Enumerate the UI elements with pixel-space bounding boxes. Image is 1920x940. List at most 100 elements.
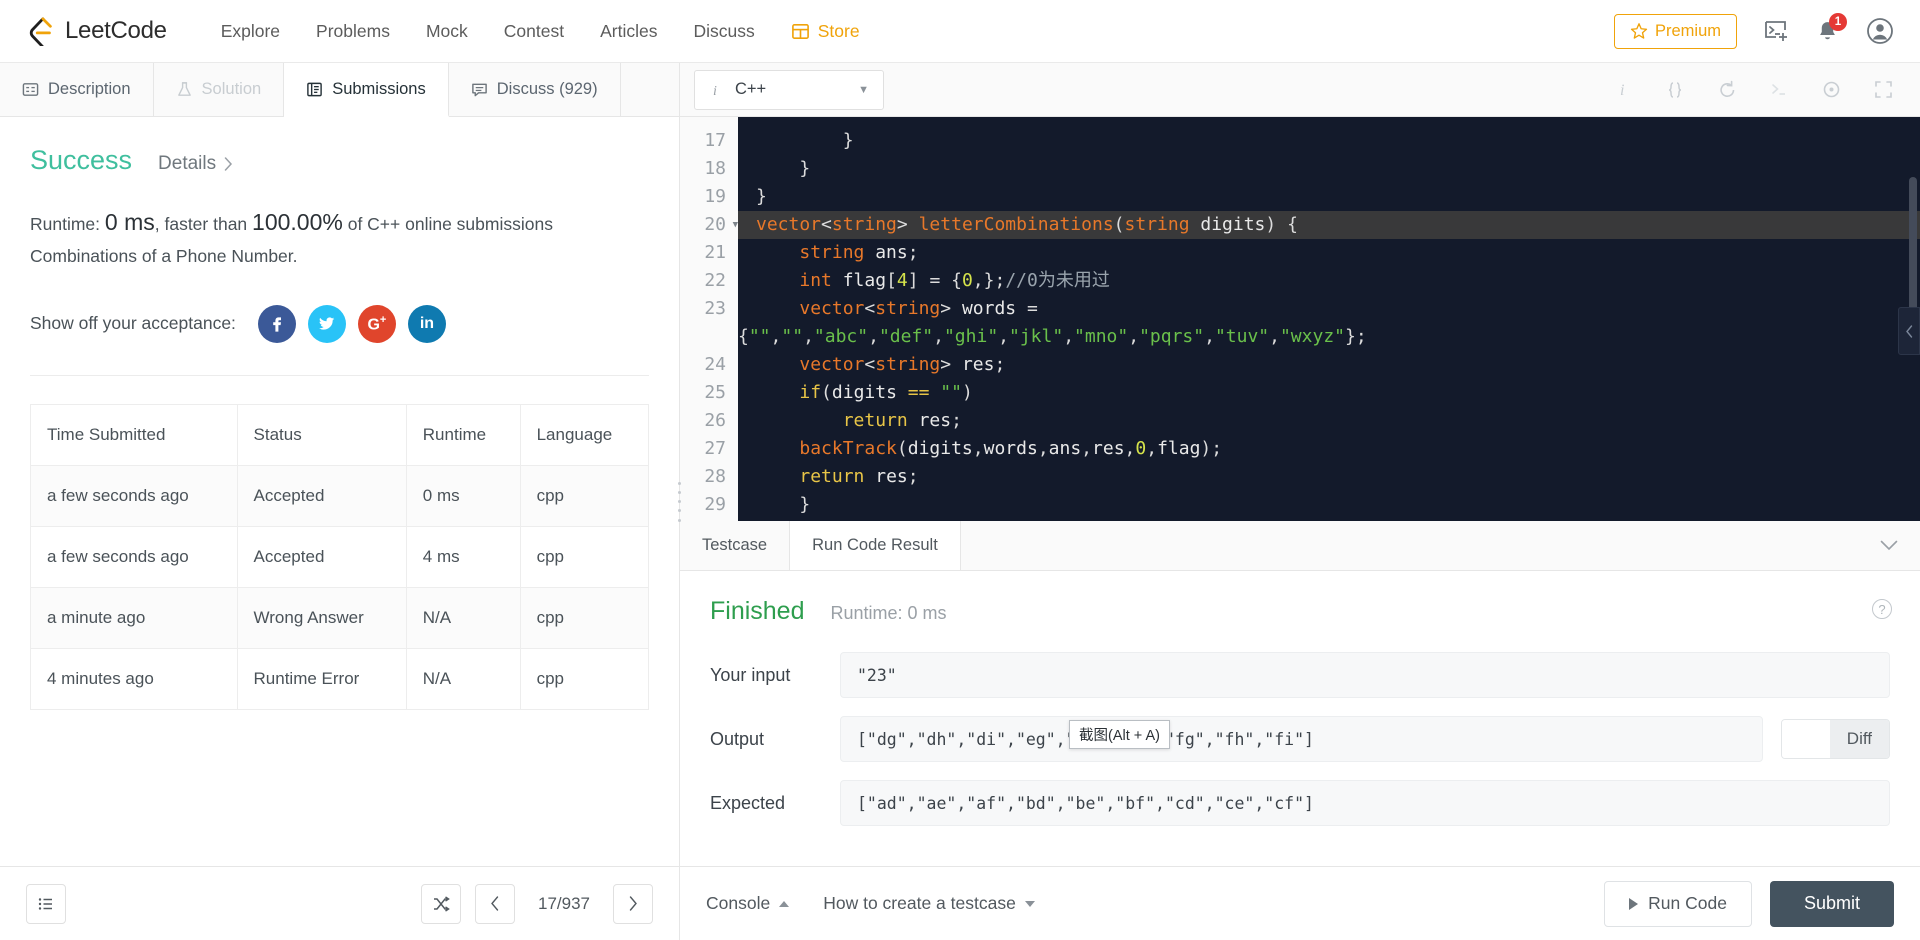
code-token: ,: [770, 326, 782, 347]
problem-list-button[interactable]: [26, 883, 66, 924]
new-playground-button[interactable]: [1763, 18, 1789, 44]
testcase-help-link[interactable]: How to create a testcase: [823, 893, 1035, 914]
nav-link-store[interactable]: Store: [773, 13, 878, 50]
twitter-share-button[interactable]: [307, 304, 346, 343]
tab-testcase[interactable]: Testcase: [680, 521, 791, 570]
google-plus-share-button[interactable]: G+: [357, 304, 396, 343]
col-status[interactable]: Status: [236, 403, 407, 466]
nav-link-contest[interactable]: Contest: [486, 13, 582, 50]
linkedin-share-button[interactable]: in: [407, 304, 446, 343]
code-token: ,: [1269, 326, 1280, 347]
screenshot-tooltip: 截图(Alt + A): [1069, 720, 1170, 749]
nav-link-explore[interactable]: Explore: [203, 13, 298, 50]
tab-solution[interactable]: Solution: [154, 63, 285, 116]
tab-run-code-result[interactable]: Run Code Result: [790, 521, 961, 570]
runtime-prefix: Runtime:: [30, 214, 101, 234]
submit-button[interactable]: Submit: [1769, 880, 1894, 927]
table-row[interactable]: 4 minutes ago Runtime Error N/A cpp: [30, 647, 650, 710]
code-token: flag: [1157, 438, 1201, 459]
code-vertical-scrollbar[interactable]: [1909, 177, 1917, 327]
social-buttons: G+ in: [257, 304, 446, 343]
line-number-gutter: 17 18 19 20 ▼ 21 22 23 24 25 26 27 28 29: [680, 117, 738, 521]
nav-links: Explore Problems Mock Contest Articles D…: [203, 13, 878, 50]
table-row[interactable]: a minute ago Wrong Answer N/A cpp: [30, 586, 650, 649]
code-token: vector: [799, 354, 865, 375]
nav-link-problems[interactable]: Problems: [298, 13, 408, 50]
code-token: "ghi": [943, 326, 999, 347]
code-token: }: [756, 494, 811, 515]
console-icon[interactable]: [1768, 79, 1790, 101]
line-number: 17: [704, 130, 726, 151]
shuffle-button[interactable]: [421, 883, 461, 924]
editor-toolbar: i C++ ▼ i: [680, 63, 1920, 117]
language-select[interactable]: i C++ ▼: [694, 69, 884, 110]
code-line: }: [738, 491, 1920, 519]
panel-resize-handle[interactable]: [675, 480, 683, 524]
collapse-results-button[interactable]: [1880, 521, 1920, 570]
notifications-button[interactable]: 1: [1815, 12, 1847, 44]
info-icon[interactable]: i: [1612, 79, 1634, 101]
prev-problem-button[interactable]: [475, 883, 515, 924]
code-token: digits: [1200, 214, 1266, 235]
col-runtime[interactable]: Runtime: [405, 403, 521, 466]
diff-toggle[interactable]: Diff: [1780, 719, 1890, 759]
pagination-controls: 17/937: [421, 883, 653, 924]
table-row[interactable]: a few seconds ago Accepted 4 ms cpp: [30, 525, 650, 588]
run-code-button[interactable]: Run Code: [1604, 880, 1752, 927]
code-token: }: [756, 186, 767, 207]
output-value[interactable]: ["dg","dh","di","eg","eh","ei","fg","fh"…: [840, 716, 1763, 762]
cell-status[interactable]: Runtime Error: [236, 647, 407, 710]
col-language[interactable]: Language: [519, 403, 650, 466]
code-token: (: [1113, 214, 1125, 235]
code-token: res: [918, 410, 952, 431]
code-editor[interactable]: 17 18 19 20 ▼ 21 22 23 24 25 26 27 28 29 } }} vector<s…: [680, 117, 1920, 521]
your-input-row: Your input "23": [710, 652, 1890, 698]
code-token: <: [864, 298, 876, 319]
facebook-share-button[interactable]: [257, 304, 296, 343]
reset-icon[interactable]: [1716, 79, 1738, 101]
console-toggle[interactable]: Console: [706, 893, 790, 914]
expected-value[interactable]: ["ad","ae","af","bd","be","bf","cd","ce"…: [840, 780, 1890, 826]
details-link[interactable]: Details: [158, 153, 233, 175]
cell-status[interactable]: Accepted: [236, 464, 407, 527]
help-circle-icon[interactable]: ?: [1872, 599, 1892, 619]
run-runtime: Runtime: 0 ms: [830, 603, 947, 623]
diff-toggle-label: Diff: [1829, 720, 1889, 758]
svg-text:i: i: [1620, 82, 1624, 99]
code-token: //0为未用过: [1005, 270, 1110, 291]
code-token: [: [886, 270, 897, 291]
line-number: 26: [704, 410, 726, 431]
runtime-summary: Runtime: 0 ms, faster than 100.00% of C+…: [30, 204, 649, 271]
fullscreen-icon[interactable]: [1872, 79, 1894, 101]
your-input-value[interactable]: "23": [840, 652, 1890, 698]
cell-status[interactable]: Accepted: [236, 525, 407, 588]
user-avatar-button[interactable]: [1866, 17, 1894, 45]
twitter-icon: [319, 317, 335, 330]
tab-submissions[interactable]: Submissions: [284, 63, 449, 117]
col-time-submitted[interactable]: Time Submitted: [30, 403, 238, 466]
nav-link-mock[interactable]: Mock: [408, 13, 486, 50]
nav-link-articles[interactable]: Articles: [582, 13, 675, 50]
share-row: Show off your acceptance: G+ in: [30, 304, 649, 343]
percentile-value: 100.00%: [252, 209, 343, 235]
tab-description[interactable]: Description: [0, 63, 154, 116]
code-token: words: [983, 438, 1038, 459]
code-side-panel-toggle[interactable]: [1898, 307, 1920, 355]
line-number: 22: [704, 270, 726, 291]
nav-link-discuss[interactable]: Discuss: [675, 13, 772, 50]
facebook-icon: [273, 317, 281, 332]
code-token: ,: [1204, 326, 1215, 347]
tab-solution-label: Solution: [201, 80, 262, 98]
cell-status[interactable]: Wrong Answer: [236, 586, 407, 649]
leetcode-logo[interactable]: LeetCode: [26, 16, 167, 46]
code-token: ,: [1146, 438, 1158, 459]
next-problem-button[interactable]: [613, 883, 653, 924]
table-row[interactable]: a few seconds ago Accepted 0 ms cpp: [30, 464, 650, 527]
tab-discuss[interactable]: Discuss (929): [449, 63, 621, 116]
premium-button[interactable]: Premium: [1613, 13, 1737, 49]
code-content[interactable]: } }} vector<string> letterCombinations(st…: [738, 117, 1920, 521]
format-braces-icon[interactable]: [1664, 79, 1686, 101]
settings-gear-icon[interactable]: [1820, 79, 1842, 101]
